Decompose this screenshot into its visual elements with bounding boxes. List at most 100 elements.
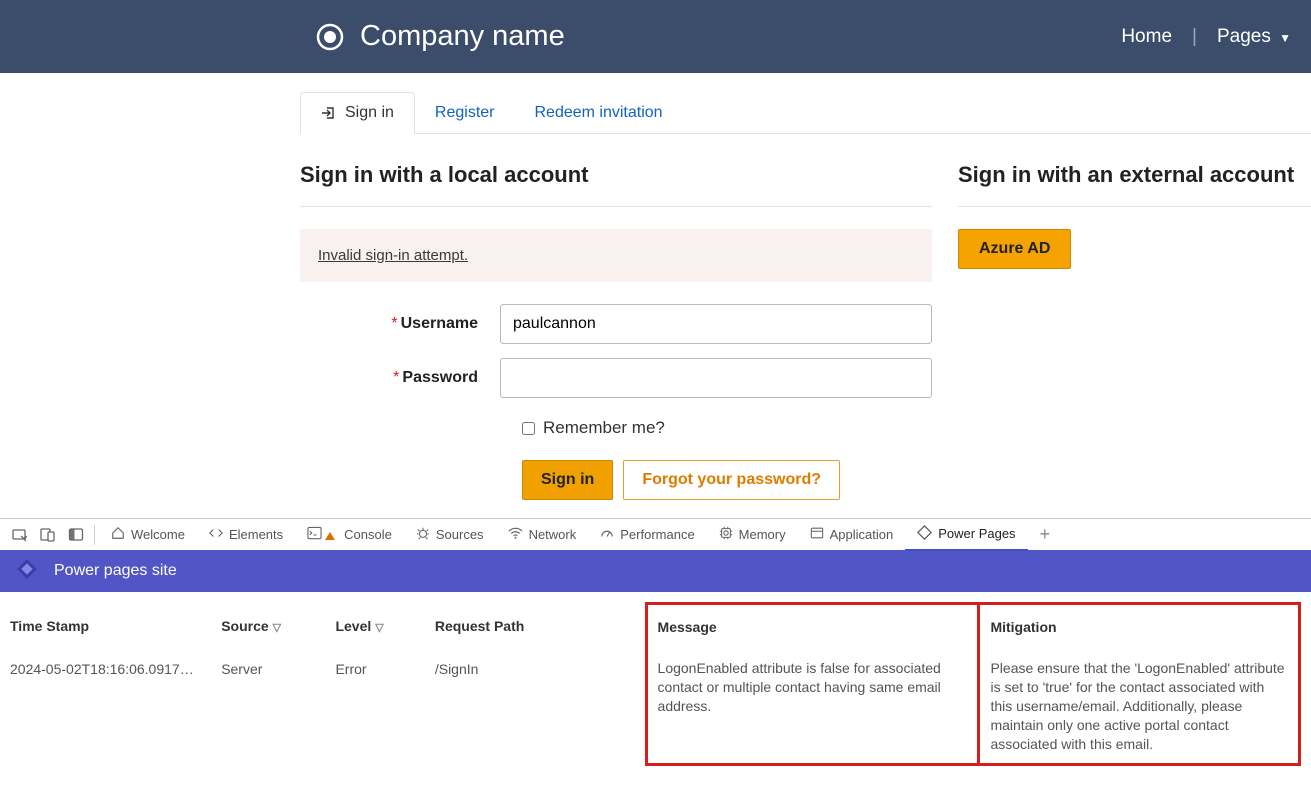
devtools-tab-network[interactable]: Network	[496, 519, 589, 551]
local-signin-column: Sign in with a local account Invalid sig…	[300, 162, 932, 500]
signin-icon	[321, 105, 337, 121]
devtools-tab-elements[interactable]: Elements	[197, 519, 295, 551]
page-content: Sign in Register Redeem invitation Sign …	[0, 92, 1311, 500]
forgot-password-link[interactable]: Forgot your password?	[623, 460, 840, 500]
home-icon	[111, 526, 125, 543]
local-signin-title: Sign in with a local account	[300, 162, 932, 188]
remember-checkbox[interactable]	[522, 422, 535, 435]
external-signin-column: Sign in with an external account Azure A…	[958, 162, 1311, 500]
username-input[interactable]	[500, 304, 932, 344]
col-message[interactable]: Message	[646, 604, 979, 650]
signin-error: Invalid sign-in attempt.	[300, 229, 932, 282]
devtools-tab-powerpages[interactable]: Power Pages	[905, 519, 1027, 551]
devtools-tab-application-label: Application	[830, 527, 894, 542]
top-nav: Home | Pages ▼	[1121, 26, 1291, 48]
password-label-text: Password	[402, 369, 478, 386]
nav-pages-label: Pages	[1217, 26, 1271, 47]
cell-timestamp: 2024-05-02T18:16:06.0917…	[10, 649, 221, 765]
devtools-tab-welcome-label: Welcome	[131, 527, 185, 542]
cell-source: Server	[221, 649, 335, 765]
console-icon	[307, 526, 322, 543]
col-timestamp[interactable]: Time Stamp	[10, 604, 221, 650]
password-label: *Password	[300, 369, 500, 387]
chevron-down-icon: ▼	[1279, 31, 1291, 45]
devtools-tabs: Welcome Elements Console Sources Network…	[0, 518, 1311, 550]
devtools-tab-console[interactable]: Console	[295, 519, 404, 551]
password-input[interactable]	[500, 358, 932, 398]
devtools-tab-performance-label: Performance	[620, 527, 694, 542]
signin-form: *Username *Password Remember me? Sign in…	[300, 304, 932, 500]
log-area: Time Stamp Source ▽ Level ▽ Request Path M…	[0, 592, 1311, 786]
form-buttons: Sign in Forgot your password?	[300, 460, 932, 500]
inspect-icon[interactable]	[6, 521, 34, 549]
log-table: Time Stamp Source ▽ Level ▽ Request Path M…	[10, 602, 1301, 766]
devtools-tab-elements-label: Elements	[229, 527, 283, 542]
devtools-tab-sources-label: Sources	[436, 527, 484, 542]
remember-label: Remember me?	[543, 418, 665, 438]
nav-separator: |	[1192, 26, 1197, 48]
log-row: 2024-05-02T18:16:06.0917… Server Error /…	[10, 649, 1300, 765]
divider	[958, 206, 1311, 207]
devtools-tab-sources[interactable]: Sources	[404, 519, 496, 551]
devtools-add-tab[interactable]: +	[1034, 524, 1057, 545]
powerpages-banner-icon	[14, 556, 40, 587]
col-request[interactable]: Request Path	[435, 604, 646, 650]
chevron-down-icon: ▽	[273, 622, 281, 634]
chevron-down-icon: ▽	[375, 622, 383, 634]
tab-register[interactable]: Register	[415, 92, 515, 133]
bug-icon	[416, 526, 430, 543]
gauge-icon	[600, 526, 614, 543]
col-source-label: Source	[221, 618, 268, 634]
dock-icon[interactable]	[62, 521, 90, 549]
devtools-tab-console-label: Console	[344, 527, 392, 542]
warning-icon	[325, 532, 335, 540]
username-label-text: Username	[401, 315, 478, 332]
log-header-row: Time Stamp Source ▽ Level ▽ Request Path M…	[10, 604, 1300, 650]
cell-message: LogonEnabled attribute is false for asso…	[646, 649, 979, 765]
devtools-tab-application[interactable]: Application	[798, 519, 906, 551]
azure-wrap: Azure AD	[958, 229, 1311, 269]
powerpages-banner: Power pages site	[0, 550, 1311, 592]
wifi-icon	[508, 526, 523, 543]
cell-level: Error	[335, 649, 434, 765]
devtools-separator	[94, 525, 95, 545]
col-mitigation[interactable]: Mitigation	[979, 604, 1300, 650]
remember-row: Remember me?	[300, 418, 932, 438]
password-row: *Password	[300, 358, 932, 398]
brand-name: Company name	[360, 20, 565, 53]
top-bar: Company name Home | Pages ▼	[0, 0, 1311, 73]
application-icon	[810, 526, 824, 543]
tab-redeem[interactable]: Redeem invitation	[515, 92, 683, 133]
col-level[interactable]: Level ▽	[335, 604, 434, 650]
brand: Company name	[315, 20, 565, 53]
devtools-tab-memory[interactable]: Memory	[707, 519, 798, 551]
col-level-label: Level	[335, 618, 371, 634]
chip-icon	[719, 526, 733, 543]
tab-signin-label: Sign in	[345, 104, 394, 122]
signin-error-text: Invalid sign-in attempt.	[318, 247, 468, 264]
devtools-tab-welcome[interactable]: Welcome	[99, 519, 197, 551]
powerpages-banner-text: Power pages site	[54, 562, 177, 580]
nav-home[interactable]: Home	[1121, 26, 1172, 48]
brand-logo-icon	[315, 22, 345, 52]
external-signin-title: Sign in with an external account	[958, 162, 1311, 188]
signin-button[interactable]: Sign in	[522, 460, 613, 500]
nav-pages[interactable]: Pages ▼	[1217, 26, 1291, 48]
auth-tabs: Sign in Register Redeem invitation	[300, 92, 1311, 134]
username-row: *Username	[300, 304, 932, 344]
username-label: *Username	[300, 315, 500, 333]
cell-mitigation: Please ensure that the 'LogonEnabled' at…	[979, 649, 1300, 765]
code-icon	[209, 526, 223, 543]
tab-signin[interactable]: Sign in	[300, 92, 415, 134]
devtools-tab-powerpages-label: Power Pages	[938, 526, 1015, 541]
col-source[interactable]: Source ▽	[221, 604, 335, 650]
device-toggle-icon[interactable]	[34, 521, 62, 549]
divider	[300, 206, 932, 207]
signin-layout: Sign in with a local account Invalid sig…	[300, 162, 1311, 500]
azure-ad-button[interactable]: Azure AD	[958, 229, 1071, 269]
devtools-tab-performance[interactable]: Performance	[588, 519, 706, 551]
devtools-tab-memory-label: Memory	[739, 527, 786, 542]
cell-request: /SignIn	[435, 649, 646, 765]
powerpages-icon	[917, 525, 932, 543]
devtools-tab-network-label: Network	[529, 527, 577, 542]
